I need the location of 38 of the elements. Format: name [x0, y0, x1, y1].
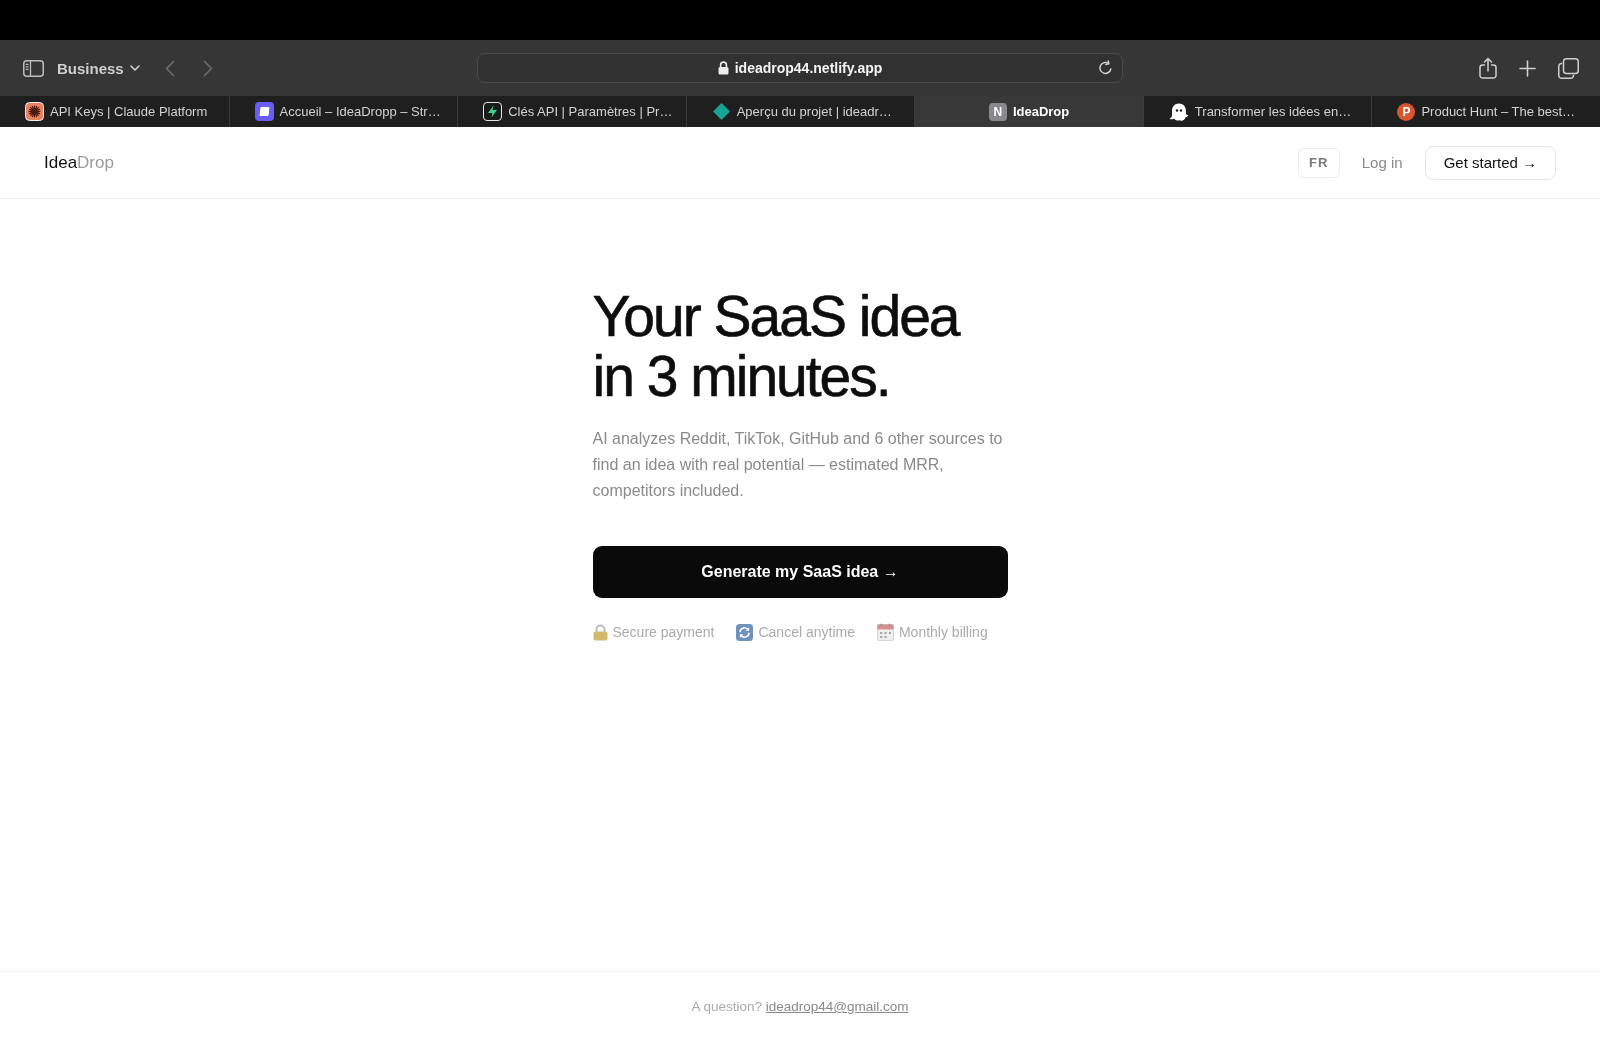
ghost-icon — [1168, 101, 1189, 122]
tab-group-button[interactable]: Business — [57, 59, 140, 77]
browser-tab[interactable]: N IdeaDrop — [914, 96, 1143, 127]
padlock-icon — [592, 623, 608, 641]
window-square-icon — [254, 102, 274, 121]
starburst-icon — [25, 102, 44, 121]
sidebar-icon[interactable] — [23, 59, 44, 77]
trust-label: Secure payment — [612, 624, 715, 640]
language-button[interactable]: FR — [1297, 147, 1340, 178]
refresh-icon — [736, 623, 754, 641]
plus-icon[interactable] — [1519, 59, 1536, 77]
share-icon[interactable] — [1479, 57, 1497, 79]
lightning-icon — [483, 102, 503, 121]
logo[interactable]: IdeaDrop — [44, 152, 114, 173]
chevron-down-icon — [129, 64, 140, 72]
calendar-icon — [876, 623, 894, 641]
trust-label: Monthly billing — [898, 624, 988, 640]
generate-button[interactable]: Generate my SaaS idea → — [592, 546, 1008, 598]
hero-title: Your SaaS idea in 3 minutes. — [592, 286, 961, 406]
url-text: ideadrop44.netlify.app — [734, 60, 883, 76]
browser-tab[interactable]: Accueil – IdeaDropp – Str… — [228, 96, 458, 127]
browser-tab[interactable]: Transformer les idées en… — [1142, 96, 1372, 127]
reload-icon[interactable] — [1098, 60, 1113, 76]
get-started-button[interactable]: Get started → — [1424, 145, 1556, 180]
letter-icon: P — [1397, 102, 1416, 121]
browser-tab[interactable]: Clés API | Paramètres | Pr… — [457, 96, 686, 127]
diamond-icon — [711, 102, 731, 121]
login-link[interactable]: Log in — [1361, 154, 1403, 171]
hero-description: AI analyzes Reddit, TikTok, GitHub and 6 other sources to find an idea with real potential — estimated MRR, competitors included. — [592, 429, 1004, 501]
email-link[interactable]: ideadrop44@gmail.com — [765, 999, 909, 1014]
footer-text: A question? ideadrop44@gmail.com — [691, 999, 909, 1014]
address-field[interactable]: ideadrop44.netlify.app — [477, 53, 1123, 83]
overlapping-squares-icon[interactable] — [1558, 57, 1579, 79]
browser-tab[interactable]: P Product Hunt – The best… — [1371, 96, 1600, 127]
letter-icon: N — [988, 102, 1007, 121]
browser-tab[interactable]: API Keys | Claude Platform — [0, 96, 229, 127]
lock-icon — [717, 61, 729, 75]
trust-label: Cancel anytime — [758, 624, 855, 640]
